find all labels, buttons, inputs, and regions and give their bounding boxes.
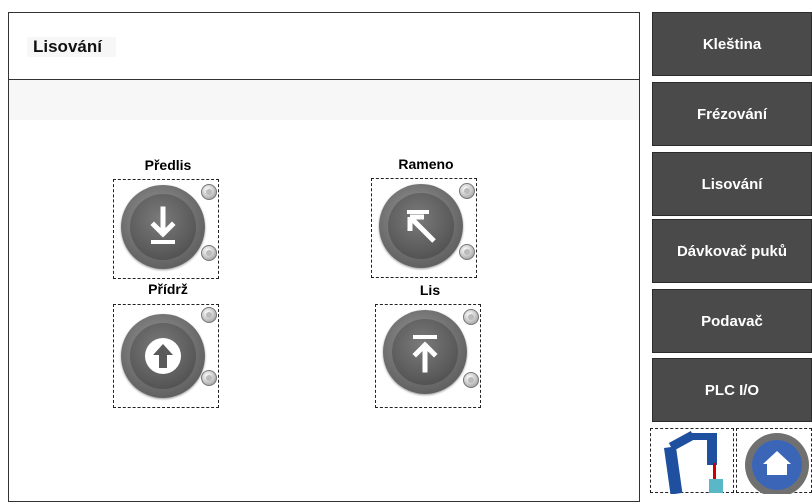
control-label: Přídrž [148, 281, 188, 297]
status-led [201, 245, 217, 261]
sidebar-item-lisovani[interactable]: Lisování [652, 152, 812, 216]
control-lis: Lis [375, 282, 485, 412]
control-predlis: Předlis [113, 157, 223, 287]
arrow-down-bar-icon [150, 206, 176, 244]
sidebar-item-podavac[interactable]: Podavač [652, 289, 812, 353]
status-led [463, 372, 479, 388]
control-label: Lis [419, 282, 441, 298]
sidebar-item-klestina[interactable]: Kleština [652, 12, 812, 76]
status-led [201, 370, 217, 386]
control-pridrz: Přídrž [113, 280, 223, 410]
control-label: Předlis [144, 157, 192, 173]
status-led [459, 183, 475, 199]
home-button[interactable] [736, 428, 812, 497]
lis-button[interactable] [383, 310, 467, 394]
bottom-icons [650, 428, 812, 497]
control-rameno: Rameno [371, 156, 481, 286]
page-title: Lisování [27, 37, 116, 57]
sidebar-item-davkovac-puku[interactable]: Dávkovač puků [652, 219, 812, 283]
status-led [201, 307, 217, 323]
status-led [463, 309, 479, 325]
arrow-up-left-icon [407, 210, 436, 243]
robot-arm-icon [663, 431, 723, 495]
main-panel: Lisování Předlis Rameno Přídrž Lis [8, 12, 640, 502]
arrow-up-bar-icon [412, 335, 438, 373]
arrow-up-circle-icon [145, 338, 181, 374]
control-label: Rameno [398, 156, 454, 172]
home-icon [745, 433, 809, 497]
band [9, 80, 639, 120]
pridrz-button[interactable] [121, 314, 205, 398]
robot-button[interactable] [650, 428, 734, 495]
status-led [459, 244, 475, 260]
rameno-button[interactable] [379, 184, 463, 268]
control-area: Předlis Rameno Přídrž Lis [9, 80, 639, 500]
header-bar: Lisování [9, 13, 639, 80]
status-led [201, 184, 217, 200]
sidebar-item-plc-io[interactable]: PLC I/O [652, 358, 812, 422]
sidebar-item-frezovani[interactable]: Frézování [652, 82, 812, 146]
predlis-button[interactable] [121, 185, 205, 269]
